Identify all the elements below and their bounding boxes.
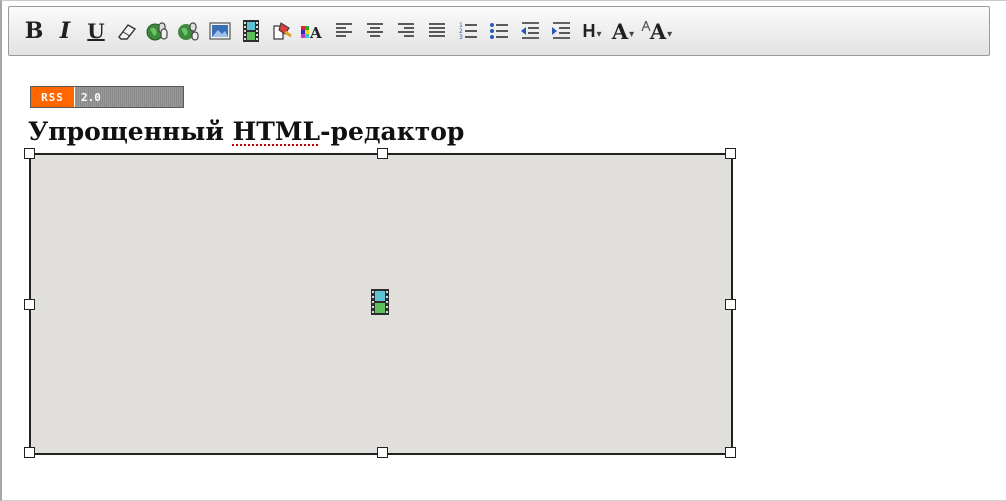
resize-handle-bottom-left[interactable] — [24, 447, 35, 458]
remove-link-icon — [178, 22, 199, 41]
format-painter-icon — [273, 22, 292, 40]
italic-icon: I — [59, 18, 71, 44]
outdent-icon — [521, 22, 539, 39]
svg-text:3: 3 — [459, 34, 463, 41]
bold-button[interactable]: B — [19, 14, 49, 48]
heading-menu-icon: H — [582, 20, 596, 41]
film-icon — [371, 289, 389, 315]
color-icon: A — [301, 24, 322, 41]
color-button[interactable]: A — [298, 14, 328, 48]
underline-button[interactable]: U — [81, 14, 111, 48]
resize-handle-top-center[interactable] — [377, 148, 388, 159]
heading-text-before: Упрощенный — [28, 117, 233, 146]
insert-image-button[interactable] — [205, 14, 235, 48]
resize-handle-bottom-right[interactable] — [725, 447, 736, 458]
editor-toolbar: B I U A 1 2 3 H ▾ A ▾ A ▾ — [8, 6, 990, 56]
font-size-menu-icon: A — [611, 18, 629, 44]
align-center-button[interactable] — [360, 14, 390, 48]
chevron-down-icon: ▾ — [596, 28, 602, 40]
rss-badge-version: 2.0 — [75, 87, 183, 107]
align-right-icon — [398, 23, 414, 37]
insert-image-icon — [209, 22, 231, 40]
outdent-button[interactable] — [515, 14, 545, 48]
font-size-menu-button[interactable]: A ▾ — [608, 14, 638, 48]
indent-icon — [552, 22, 570, 39]
format-painter-button[interactable] — [267, 14, 297, 48]
italic-button[interactable]: I — [50, 14, 80, 48]
eraser-icon — [118, 24, 137, 40]
indent-button[interactable] — [546, 14, 576, 48]
page-heading: Упрощенный HTML-редактор — [28, 117, 464, 146]
font-color-menu-button[interactable]: A ▾ — [639, 14, 675, 48]
eraser-button[interactable] — [112, 14, 142, 48]
align-justify-button[interactable] — [422, 14, 452, 48]
unordered-list-icon — [490, 23, 508, 39]
chevron-down-icon: ▾ — [629, 28, 635, 40]
unordered-list-button[interactable] — [484, 14, 514, 48]
insert-media-icon — [243, 20, 259, 42]
bold-icon: B — [24, 18, 44, 44]
remove-link-button[interactable] — [174, 14, 204, 48]
ordered-list-icon: 123 — [459, 22, 477, 41]
resize-handle-top-left[interactable] — [24, 148, 35, 159]
heading-misspelled-word: HTML — [232, 117, 321, 146]
align-center-icon — [367, 23, 383, 37]
align-justify-icon — [429, 23, 445, 37]
font-color-label: A — [649, 18, 667, 44]
heading-menu-button[interactable]: H ▾ — [577, 14, 607, 48]
insert-media-button[interactable] — [236, 14, 266, 48]
editor-content-area[interactable]: RSS 2.0 Упрощенный HTML-редактор — [24, 79, 986, 489]
svg-text:A: A — [309, 24, 322, 41]
media-placeholder[interactable] — [24, 148, 736, 458]
align-left-button[interactable] — [329, 14, 359, 48]
chevron-down-icon: ▾ — [667, 28, 673, 40]
html-editor: B I U A 1 2 3 H ▾ A ▾ A ▾ RSS 2.0 Упроще… — [0, 0, 1006, 501]
heading-text-after: -редактор — [320, 117, 465, 146]
rss-badge-label: RSS — [31, 87, 75, 107]
insert-link-button[interactable] — [143, 14, 173, 48]
rss-badge[interactable]: RSS 2.0 — [30, 86, 184, 108]
resize-handle-top-right[interactable] — [725, 148, 736, 159]
align-left-icon — [336, 23, 352, 37]
resize-handle-middle-right[interactable] — [725, 299, 736, 310]
align-right-button[interactable] — [391, 14, 421, 48]
resize-handle-bottom-center[interactable] — [377, 447, 388, 458]
resize-handle-middle-left[interactable] — [24, 299, 35, 310]
ordered-list-button[interactable]: 123 — [453, 14, 483, 48]
font-color-menu-icon — [641, 20, 651, 32]
underline-icon: U — [87, 19, 105, 43]
insert-link-icon — [146, 22, 168, 41]
